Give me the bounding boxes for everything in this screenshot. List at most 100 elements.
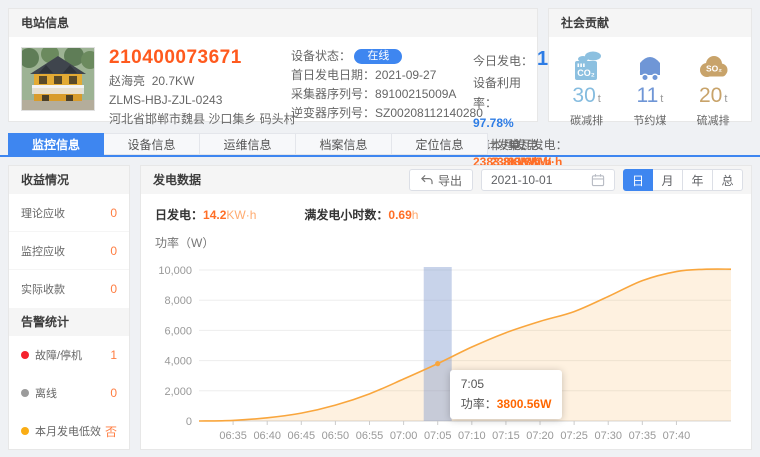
alarm-offline-label-wrap: 离线: [21, 385, 57, 401]
station-capacity: 20.7KW: [152, 74, 195, 88]
full-hours-label: 满发电小时数：: [304, 208, 388, 222]
income-section-title: 收益情况: [21, 173, 69, 187]
social-panel-header: 社会贡献: [549, 9, 751, 37]
svg-text:4,000: 4,000: [164, 356, 192, 368]
svg-text:07:00: 07:00: [390, 430, 418, 442]
svg-text:0: 0: [186, 416, 192, 428]
range-button-total[interactable]: 总: [713, 169, 743, 191]
power-chart-area[interactable]: 02,0004,0006,0008,00010,00006:3506:4006:…: [155, 253, 737, 451]
social-item-so2: SO₂ 20t 硫减排: [682, 47, 745, 130]
income-monitored-label: 监控应收: [21, 243, 65, 259]
social-panel-title: 社会贡献: [561, 16, 609, 30]
co2-label: 碳减排: [555, 112, 618, 130]
so2-value-row: 20t: [682, 83, 745, 112]
alarm-fault-label: 故障/停机: [35, 347, 82, 363]
today-generation-row: 今日发电：10.7KW·h: [473, 47, 525, 73]
svg-text:07:40: 07:40: [663, 430, 691, 442]
income-row-actual: 实际收款 0: [9, 270, 129, 308]
so2-value: 20: [699, 84, 722, 107]
full-hours-stat: 满发电小时数：0.69h: [304, 206, 418, 223]
first-gen-date: 2021-09-27: [375, 68, 436, 82]
daily-stats-row: 日发电：14.2KW·h 满发电小时数：0.69h: [155, 206, 737, 223]
tab-operation-info[interactable]: 运维信息: [200, 133, 296, 155]
chart-panel-title: 发电数据: [153, 166, 201, 194]
station-body: 210400073671 赵海亮 20.7KW ZLMS-HBJ-ZJL-024…: [9, 37, 537, 181]
so2-reduction-icon: SO₂: [682, 47, 745, 83]
main-row: 收益情况 理论应收 0 监控应收 0 实际收款 0 告警统计 故障/停机 1: [8, 165, 752, 450]
svg-text:2,000: 2,000: [164, 386, 192, 398]
income-actual-value: 0: [110, 282, 117, 296]
tab-archive-info[interactable]: 档案信息: [296, 133, 392, 155]
svg-text:06:40: 06:40: [253, 430, 281, 442]
alarm-low-eff-value: 否: [105, 423, 117, 440]
utilization-row: 设备利用率：97.78%: [473, 73, 525, 133]
alarm-offline-label: 离线: [35, 385, 57, 401]
power-chart-svg[interactable]: 02,0004,0006,0008,00010,00006:3506:4006:…: [155, 253, 737, 451]
social-contribution-panel: 社会贡献 CO₂: [548, 8, 752, 122]
generation-data-panel: 发电数据 导出 2021-10-01: [140, 165, 752, 450]
top-row: 电站信息: [8, 8, 752, 122]
status-badge: 在线: [354, 49, 402, 64]
svg-text:07:20: 07:20: [526, 430, 554, 442]
income-theoretical-value: 0: [110, 206, 117, 220]
station-owner-line: 赵海亮 20.7KW: [109, 72, 277, 91]
social-item-co2: CO₂ 30t 碳减排: [555, 47, 618, 130]
income-monitored-value: 0: [110, 244, 117, 258]
alarm-fault-label-wrap: 故障/停机: [21, 347, 82, 363]
station-info-panel: 电站信息: [8, 8, 538, 122]
calendar-icon: [591, 173, 605, 187]
svg-text:6,000: 6,000: [164, 325, 192, 337]
tab-monitoring-info[interactable]: 监控信息: [8, 133, 104, 155]
svg-text:07:15: 07:15: [492, 430, 520, 442]
alarm-fault-value: 1: [110, 348, 117, 362]
y-axis-title: 功率（W）: [155, 234, 737, 251]
tab-location-info[interactable]: 定位信息: [392, 133, 488, 155]
svg-text:10,000: 10,000: [158, 265, 192, 277]
svg-text:SO₂: SO₂: [706, 64, 722, 74]
station-owner: 赵海亮: [109, 74, 145, 88]
range-button-group: 日 月 年 总: [623, 169, 743, 191]
chart-body: 日发电：14.2KW·h 满发电小时数：0.69h 功率（W） 0 2,000 4,…: [141, 206, 751, 451]
inverter-sn: SZ00208112140280: [375, 106, 483, 120]
tab-underline: [0, 155, 760, 157]
today-generation-label: 今日发电：: [473, 54, 533, 68]
range-button-day[interactable]: 日: [623, 169, 653, 191]
svg-text:07:35: 07:35: [629, 430, 657, 442]
date-picker[interactable]: 2021-10-01: [481, 169, 615, 191]
alarm-row-fault: 故障/停机 1: [9, 336, 129, 374]
collector-label: 采集器序列号：: [291, 87, 375, 101]
social-body: CO₂ 30t 碳减排: [549, 37, 751, 130]
first-gen-label: 首日发电日期：: [291, 68, 375, 82]
alarm-section-header: 告警统计: [9, 308, 129, 336]
station-code: ZLMS-HBJ-ZJL-0243: [109, 91, 277, 110]
daily-generation-unit: KW·h: [226, 208, 256, 222]
income-theoretical-label: 理论应收: [21, 205, 65, 221]
device-status-row: 设备状态： 在线: [291, 47, 459, 66]
export-button-label: 导出: [438, 172, 462, 189]
svg-text:CO₂: CO₂: [577, 68, 595, 78]
co2-unit: t: [598, 93, 601, 105]
svg-text:07:05: 07:05: [424, 430, 452, 442]
so2-unit: t: [724, 93, 727, 105]
daily-generation-label: 日发电：: [155, 208, 203, 222]
alarm-section-title: 告警统计: [21, 315, 69, 329]
inverter-label: 逆变器序列号：: [291, 106, 375, 120]
svg-text:06:45: 06:45: [288, 430, 316, 442]
income-section-header: 收益情况: [9, 166, 129, 194]
alarm-offline-value: 0: [110, 386, 117, 400]
device-status-label: 设备状态：: [291, 49, 351, 63]
tab-device-info[interactable]: 设备信息: [104, 133, 200, 155]
income-row-theoretical: 理论应收 0: [9, 194, 129, 232]
range-button-month[interactable]: 月: [653, 169, 683, 191]
export-button[interactable]: 导出: [409, 169, 473, 191]
range-button-year[interactable]: 年: [683, 169, 713, 191]
sidebar-panel: 收益情况 理论应收 0 监控应收 0 实际收款 0 告警统计 故障/停机 1: [8, 165, 130, 450]
co2-reduction-icon: CO₂: [555, 47, 618, 83]
svg-text:06:50: 06:50: [322, 430, 350, 442]
svg-text:07:25: 07:25: [560, 430, 588, 442]
full-hours-value: 0.69: [388, 208, 411, 222]
tabs: 监控信息 设备信息 运维信息 档案信息 定位信息: [8, 133, 752, 155]
tab-bar: 监控信息 设备信息 运维信息 档案信息 定位信息: [8, 133, 752, 157]
income-row-monitored: 监控应收 0: [9, 232, 129, 270]
svg-text:06:35: 06:35: [219, 430, 247, 442]
